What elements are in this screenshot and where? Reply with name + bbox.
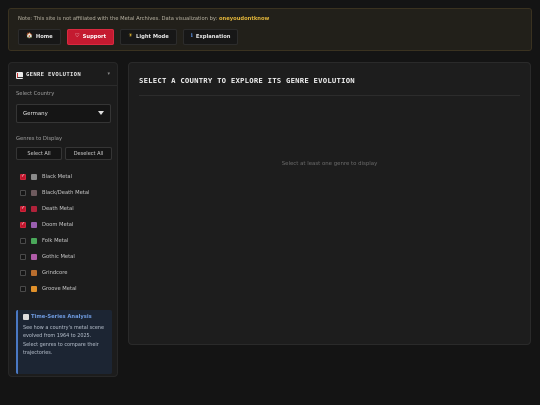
genre-label: Doom Metal [42, 222, 74, 228]
heart-icon: ♡ [74, 33, 80, 40]
genre-checkbox[interactable] [20, 238, 26, 244]
home-icon: 🏠 [26, 33, 33, 40]
deselect-all-button[interactable]: Deselect All [65, 147, 112, 160]
country-select[interactable]: Germany [16, 104, 111, 123]
empty-state-message: Select at least one genre to display [281, 161, 378, 167]
genre-option[interactable]: ✓ Death Metal [20, 204, 74, 214]
page-title: SELECT A COUNTRY TO EXPLORE ITS GENRE EV… [139, 76, 355, 85]
caret-down-icon [98, 111, 104, 115]
chevron-down-icon[interactable]: ▾ [107, 71, 110, 77]
explanation-label: Explanation [195, 34, 231, 40]
support-label: Support [82, 34, 107, 40]
sun-icon: ☀ [128, 33, 134, 40]
genre-checkbox[interactable] [20, 270, 26, 276]
top-banner: Note: This site is not affiliated with t… [8, 8, 532, 51]
info-title: Time-Series Analysis [23, 314, 107, 320]
genre-checkbox[interactable]: ✓ [20, 206, 26, 212]
divider [9, 85, 117, 86]
genre-label: Black/Death Metal [42, 190, 90, 196]
genre-color-swatch [31, 190, 37, 196]
sidebar-title: GENRE EVOLUTION [26, 72, 82, 78]
country-value: Germany [23, 110, 48, 117]
genre-label: Gothic Metal [42, 254, 75, 260]
genre-color-swatch [31, 254, 37, 260]
sidebar-header[interactable]: GENRE EVOLUTION ▾ [16, 70, 110, 80]
chart-icon [16, 71, 23, 79]
country-label: Select Country [16, 91, 55, 97]
light-mode-label: Light Mode [136, 34, 169, 40]
author-link[interactable]: oneyoudontknow [219, 16, 269, 22]
chart-icon [23, 314, 29, 320]
genre-checkbox[interactable] [20, 254, 26, 260]
genre-option[interactable]: Groove Metal [20, 284, 77, 294]
genre-label: Black Metal [42, 174, 73, 180]
info-box: Time-Series Analysis See how a country's… [16, 310, 112, 374]
genre-label: Grindcore [42, 270, 68, 276]
genre-color-swatch [31, 222, 37, 228]
genre-option[interactable]: Gothic Metal [20, 252, 75, 262]
nav-bar: 🏠 Home ♡ Support ☀ Light Mode ℹ Explanat… [18, 29, 239, 45]
genre-color-swatch [31, 286, 37, 292]
sidebar: GENRE EVOLUTION ▾ Select Country Germany… [8, 62, 118, 377]
genre-color-swatch [31, 270, 37, 276]
genre-option[interactable]: ✓ Black Metal [20, 172, 72, 182]
main-panel: SELECT A COUNTRY TO EXPLORE ITS GENRE EV… [128, 62, 531, 345]
genre-label: Folk Metal [42, 238, 69, 244]
note-text: Note: This site is not affiliated with t… [18, 16, 218, 22]
genre-option[interactable]: ✓ Doom Metal [20, 220, 73, 230]
genre-label: Groove Metal [42, 286, 77, 292]
genre-checkbox[interactable]: ✓ [20, 222, 26, 228]
light-mode-button[interactable]: ☀ Light Mode [120, 29, 177, 45]
genre-checkbox[interactable] [20, 286, 26, 292]
select-all-button[interactable]: Select All [16, 147, 62, 160]
genre-option[interactable]: Grindcore [20, 268, 67, 278]
genre-option[interactable]: ✓Heavy Metal [20, 298, 74, 299]
explanation-button[interactable]: ℹ Explanation [182, 29, 239, 45]
genre-color-swatch [31, 206, 37, 212]
genre-label: Death Metal [42, 206, 74, 212]
genre-option[interactable]: Folk Metal [20, 236, 68, 246]
genre-option[interactable]: Black/Death Metal [20, 188, 89, 198]
home-label: Home [35, 34, 53, 40]
genre-color-swatch [31, 174, 37, 180]
home-button[interactable]: 🏠 Home [18, 29, 61, 45]
info-text: See how a country's metal scene evolved … [23, 325, 104, 356]
support-button[interactable]: ♡ Support [66, 29, 115, 45]
affiliation-note: Note: This site is not affiliated with t… [18, 16, 269, 22]
info-icon: ℹ [190, 33, 193, 40]
divider [139, 95, 520, 96]
genre-list: ✓ Black Metal Black/Death Metal ✓ Death Meta… [9, 165, 117, 299]
genres-label: Genres to Display [16, 136, 63, 142]
info-title-text: Time-Series Analysis [31, 314, 92, 320]
genre-color-swatch [31, 238, 37, 244]
genre-checkbox[interactable]: ✓ [20, 174, 26, 180]
genre-checkbox[interactable] [20, 190, 26, 196]
